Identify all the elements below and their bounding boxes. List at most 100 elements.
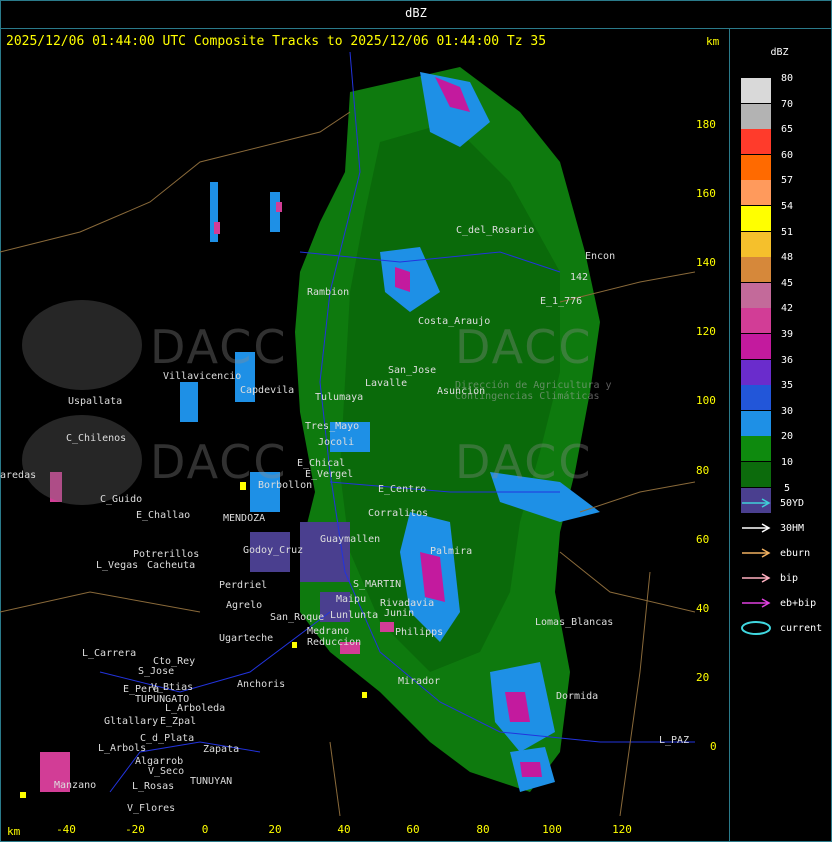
ellipse-icon <box>741 621 771 635</box>
place-label: Lavalle <box>365 378 408 389</box>
place-label: aredas <box>0 470 37 481</box>
legend-swatch <box>741 206 771 231</box>
y-tick: 180 <box>696 118 716 131</box>
legend-level-label: 39 <box>780 329 794 340</box>
legend-swatch <box>741 334 771 359</box>
place-label: Godoy_Cruz <box>243 545 304 556</box>
dacc-logo-icon <box>22 300 142 390</box>
legend-track-label: eb+bip <box>780 598 817 609</box>
watermark-text-1: DACC <box>150 320 288 374</box>
place-label: Anchoris <box>237 679 286 690</box>
y-tick: 0 <box>710 740 717 753</box>
x-tick: 120 <box>612 823 632 836</box>
place-label: Costa_Araujo <box>418 316 491 327</box>
precip-core-5 <box>520 762 542 777</box>
arrow-icon <box>742 598 771 608</box>
legend-track-label: 50YD <box>780 498 805 509</box>
y-tick: 140 <box>696 256 716 269</box>
x-tick: 0 <box>201 823 209 836</box>
legend-level-label: 65 <box>780 124 794 136</box>
legend-level-label: 57 <box>780 175 794 187</box>
legend-track-current: current <box>740 621 822 635</box>
place-label: Villavicencio <box>163 371 242 382</box>
place-label: San_Jose <box>388 365 437 376</box>
place-label: Capdevila <box>240 385 295 396</box>
place-label: S_MARTIN <box>353 579 402 590</box>
place-label: Encon <box>585 251 616 262</box>
legend-level-label: 80 <box>780 73 794 84</box>
place-label: E_Challao <box>136 510 191 521</box>
place-label: Ugarteche <box>219 633 274 644</box>
legend-level-label: 70 <box>780 98 794 110</box>
legend-swatch <box>741 78 771 103</box>
legend-swatch <box>741 231 771 257</box>
place-label: Asuncion <box>437 386 486 397</box>
arrow-icon <box>742 573 771 583</box>
place-label: 142 <box>570 272 589 283</box>
place-label: L_Carrera <box>82 648 137 659</box>
place-label: Agrelo <box>226 600 263 611</box>
place-label: Gltallary <box>104 716 159 727</box>
legend-track-eb+bip: eb+bip <box>740 596 816 610</box>
place-label: San_Roque <box>270 612 325 623</box>
place-label: E_Chical <box>297 458 346 469</box>
legend-track-bip: bip <box>740 571 798 585</box>
place-label: C_d_Plata <box>140 733 195 744</box>
legend-level-label: 48 <box>780 252 794 264</box>
place-label: L_Arboleda <box>165 703 226 714</box>
place-label: Uspallata <box>68 396 123 407</box>
legend-track-30HM: 30HM <box>740 521 804 535</box>
x-tick: 40 <box>337 823 351 836</box>
place-label: L_Rosas <box>132 781 175 792</box>
place-label: Tres_Mayo <box>305 421 360 432</box>
x-tick: 80 <box>476 823 490 836</box>
place-label: L_PAZ <box>659 735 690 746</box>
place-label: Tulumaya <box>315 392 364 403</box>
place-label: Manzano <box>54 780 97 791</box>
legend-swatch <box>741 180 771 206</box>
dacc-logo-icon <box>22 415 142 505</box>
legend-swatch <box>741 385 771 411</box>
legend-swatch <box>741 154 771 180</box>
watermark-text-4: DACC <box>455 435 593 489</box>
x-tick: -20 <box>125 823 145 836</box>
place-label: L_Vegas <box>96 560 139 571</box>
place-label: Guaymallen <box>320 534 381 545</box>
y-tick: 160 <box>696 187 716 200</box>
map-subtitle: 2025/12/06 01:44:00 UTC Composite Tracks… <box>6 34 547 49</box>
legend-track-label: bip <box>780 573 799 584</box>
place-label: E_1_776 <box>540 296 583 307</box>
place-label: Maipu <box>336 594 367 605</box>
legend-swatch <box>741 129 771 155</box>
window-title: dBZ <box>405 6 427 20</box>
legend-swatch <box>741 410 771 436</box>
place-label: L_Arbols <box>98 743 147 754</box>
place-label: Jocoli <box>318 437 355 448</box>
x-tick: 100 <box>542 823 562 836</box>
place-label: Mirador <box>398 676 441 687</box>
legend-swatch <box>741 359 771 385</box>
place-label: S_Jose <box>138 666 175 677</box>
legend-level-label: 54 <box>780 201 794 212</box>
x-tick: 20 <box>268 823 282 836</box>
legend-level-label: 10 <box>780 457 794 468</box>
place-label: Lunlunta <box>330 610 379 621</box>
place-label: Perdriel <box>219 580 268 591</box>
legend-level-label: 35 <box>780 380 794 392</box>
place-label: Dormida <box>556 691 599 702</box>
arrow-icon <box>742 498 771 508</box>
y-tick: 20 <box>696 671 710 684</box>
y-unit-label: km <box>706 35 720 48</box>
legend-track-50YD: 50YD <box>740 496 804 510</box>
place-label: V_Seco <box>148 766 185 777</box>
place-label: Lomas_Blancas <box>535 617 614 628</box>
legend-track-label: 30HM <box>780 523 805 534</box>
legend-level-label: 30 <box>780 405 794 417</box>
place-label: C_del_Rosario <box>456 225 535 236</box>
legend-track-label: current <box>780 623 823 634</box>
y-tick: 100 <box>696 394 716 407</box>
place-label: MENDOZA <box>223 513 266 524</box>
x-unit-label: km <box>7 825 21 838</box>
place-label: Zapata <box>203 744 240 755</box>
place-label: V_Flores <box>127 803 176 814</box>
